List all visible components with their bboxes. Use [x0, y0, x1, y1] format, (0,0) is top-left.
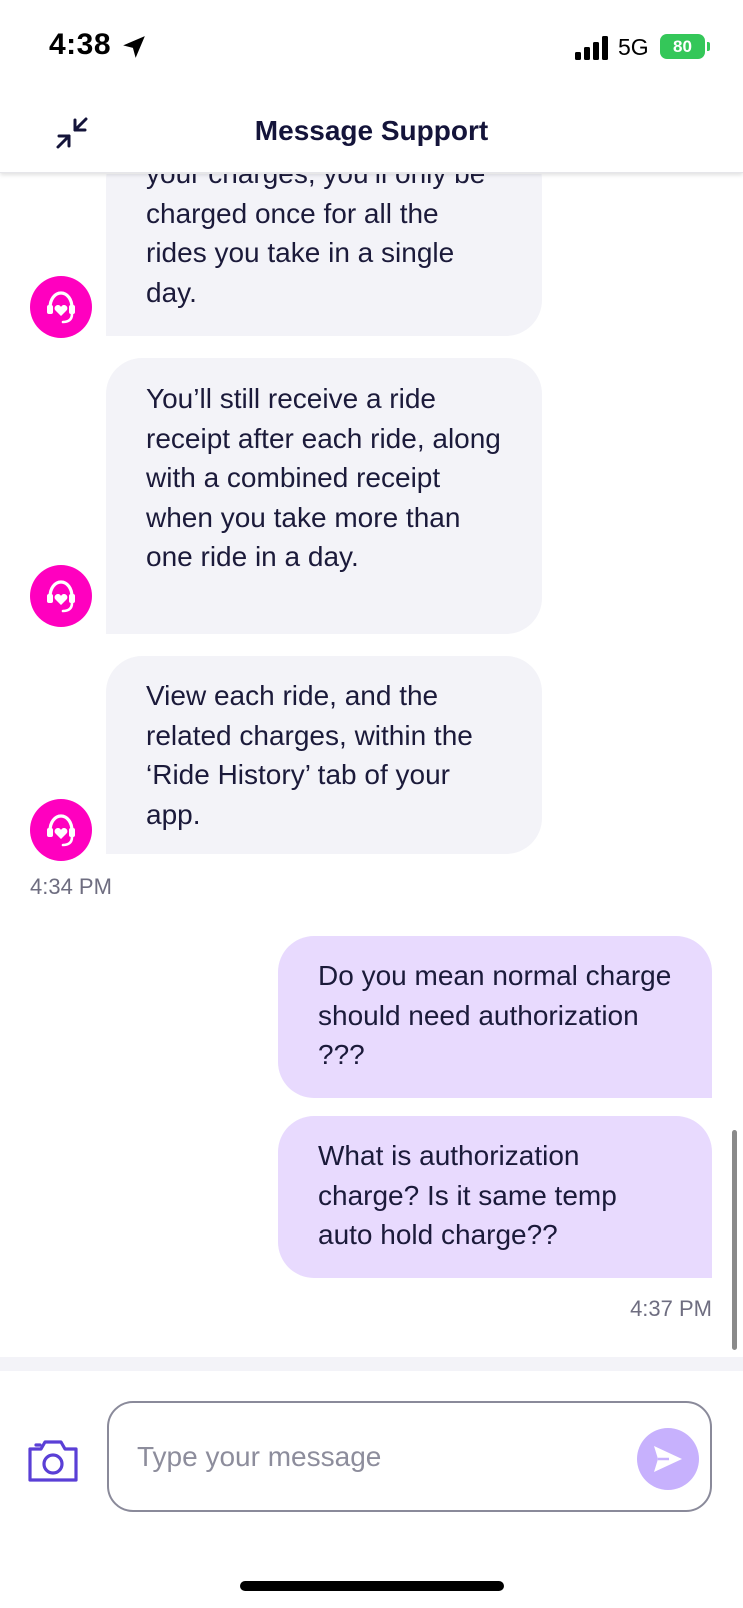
home-indicator — [240, 1581, 504, 1591]
support-avatar — [30, 565, 92, 627]
send-button[interactable] — [637, 1428, 699, 1490]
battery-nub — [707, 42, 710, 51]
user-timestamp: 4:37 PM — [630, 1296, 712, 1321]
page-title: Message Support — [254, 115, 489, 146]
composer-divider — [0, 1357, 743, 1371]
cellular-signal-icon — [575, 36, 608, 60]
message-text: What is authorization charge? Is it same… — [318, 1140, 617, 1250]
message-support-screen: 4:38 5G 80 Message Support charged once … — [0, 0, 743, 1608]
message-text: View each ride, and the related charges,… — [146, 680, 473, 830]
support-avatar — [30, 799, 92, 861]
support-message: View each ride, and the related charges,… — [106, 656, 542, 854]
message-text: You’ll still receive a ride receipt afte… — [146, 383, 501, 572]
support-timestamp: 4:34 PM — [30, 874, 112, 899]
support-agent-heart-icon — [47, 580, 75, 613]
support-agent-heart-icon — [47, 291, 75, 324]
status-time: 4:38 — [49, 28, 112, 61]
support-message: your charges, you’ll only be charged onc… — [106, 174, 542, 336]
user-message: What is authorization charge? Is it same… — [278, 1116, 712, 1278]
message-text: your charges, you’ll only be charged onc… — [146, 174, 485, 308]
user-message: Do you mean normal charge should need au… — [278, 936, 712, 1098]
chat-header: Message Support — [0, 95, 743, 173]
message-composer — [0, 1371, 743, 1608]
support-agent-heart-icon — [47, 814, 75, 847]
status-bar: 4:38 5G 80 — [0, 0, 743, 95]
support-message: You’ll still receive a ride receipt afte… — [106, 358, 542, 634]
support-avatar — [30, 276, 92, 338]
battery-level: 80 — [673, 37, 692, 56]
message-text: Do you mean normal charge should need au… — [318, 960, 672, 1070]
camera-icon[interactable] — [26, 1435, 80, 1485]
send-arrow-icon — [654, 1446, 682, 1472]
network-type-label: 5G — [618, 34, 649, 60]
battery-indicator: 80 — [660, 34, 705, 59]
message-input[interactable] — [137, 1403, 607, 1510]
message-input-box — [107, 1401, 712, 1512]
location-arrow-icon — [123, 36, 145, 58]
chat-messages[interactable]: your charges, you’ll only be charged onc… — [0, 174, 743, 1357]
chat-scrollbar[interactable] — [732, 1130, 737, 1350]
